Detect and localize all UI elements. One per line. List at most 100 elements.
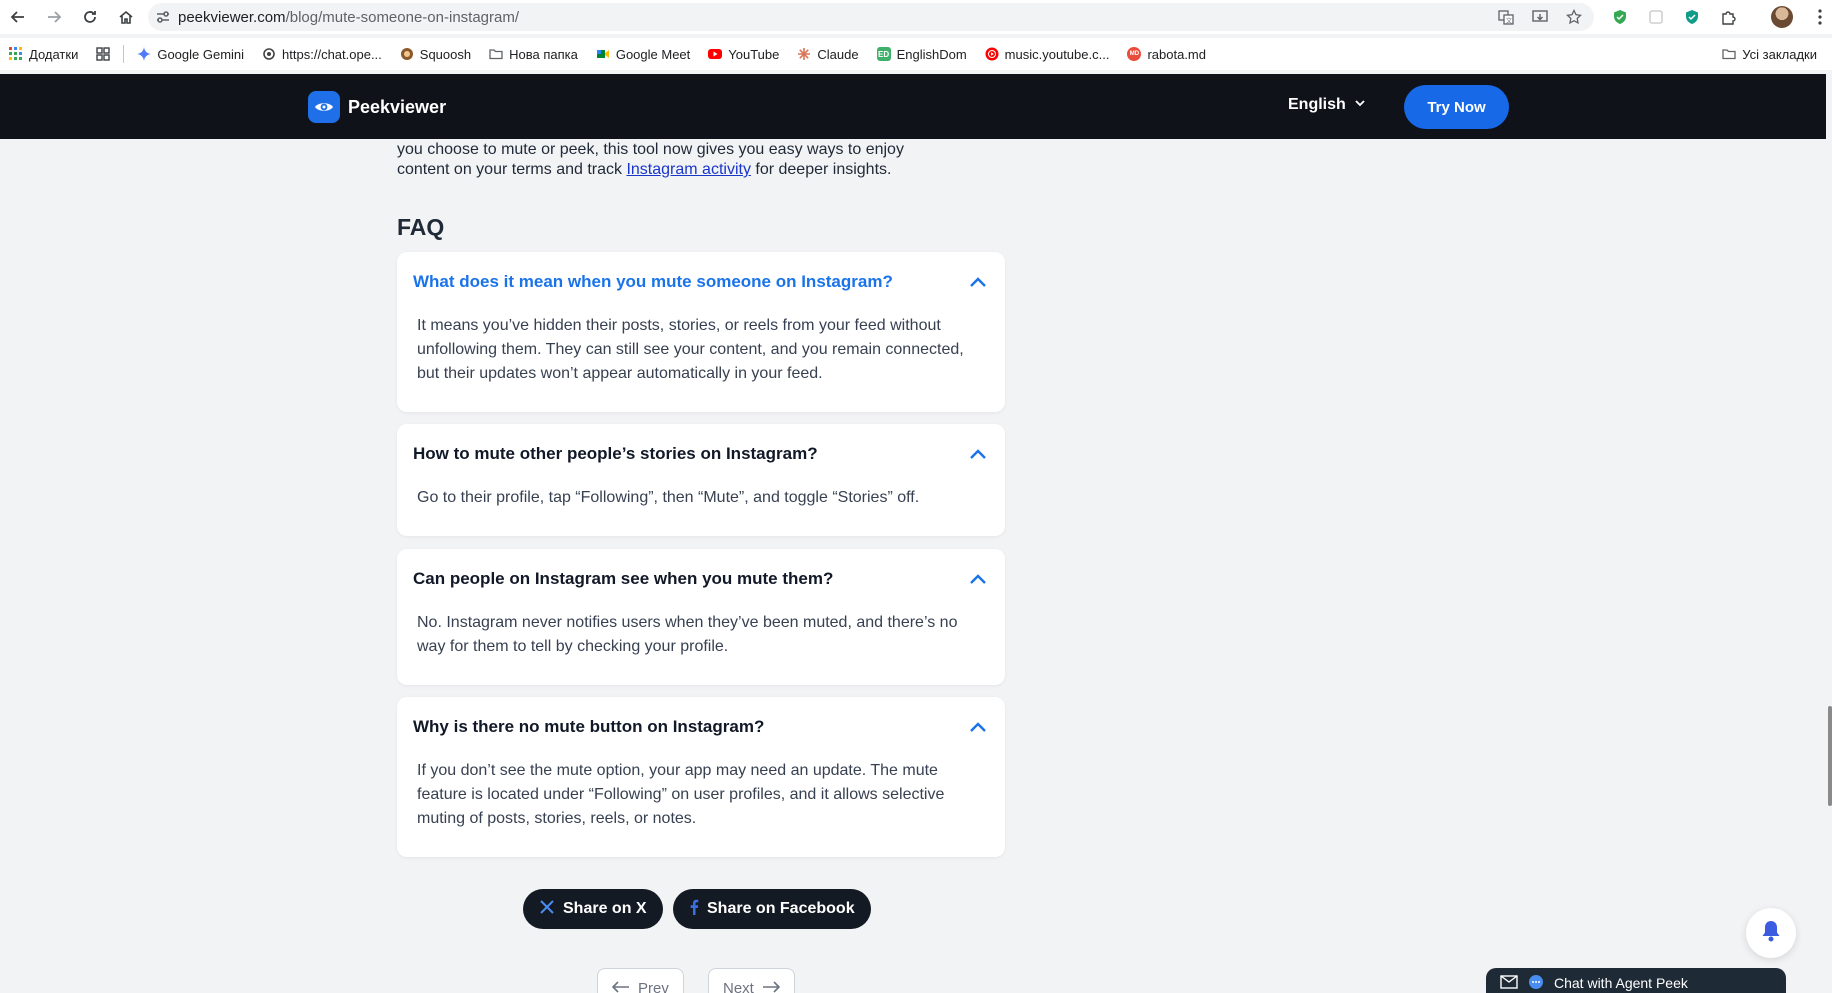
bookmark-chat-openai[interactable]: https://chat.ope...	[253, 40, 391, 68]
faq-question[interactable]: How to mute other people’s stories on In…	[413, 444, 953, 464]
bookmark-label: Додатки	[29, 46, 79, 62]
browser-toolbar: peekviewer.com/blog/mute-someone-on-inst…	[0, 0, 1832, 34]
bookmark-label: Squoosh	[419, 46, 472, 62]
bookmark-youtube-music[interactable]: music.youtube.c...	[976, 40, 1119, 68]
bookmark-claude[interactable]: Claude	[788, 40, 867, 68]
url-host: peekviewer.com	[178, 8, 286, 26]
chat-bubble-icon	[1528, 974, 1544, 993]
x-logo-icon	[539, 899, 555, 920]
translate-icon[interactable]: 文	[1496, 7, 1516, 27]
bookmark-label: music.youtube.c...	[1004, 46, 1110, 62]
browser-menu-icon[interactable]	[1808, 5, 1832, 29]
bookmark-rabota[interactable]: MD rabota.md	[1118, 40, 1215, 68]
install-app-icon[interactable]	[1530, 7, 1550, 27]
bookmark-label: Claude	[817, 46, 859, 62]
prev-label: Prev	[638, 979, 669, 993]
bookmark-label: Нова папка	[509, 46, 578, 62]
intro-line-2-end: for deeper insights.	[750, 161, 892, 178]
share-x-label: Share on X	[563, 900, 647, 917]
share-on-x-button[interactable]: Share on X	[523, 889, 663, 929]
blank-extension-icon[interactable]	[1644, 5, 1668, 29]
forward-icon[interactable]	[36, 0, 72, 34]
shield-extension-icon[interactable]	[1608, 5, 1632, 29]
faq-item: How to mute other people’s stories on In…	[397, 424, 1005, 536]
share-facebook-label: Share on Facebook	[707, 900, 855, 917]
folder-icon	[489, 47, 503, 61]
mail-icon	[1500, 974, 1518, 992]
bookmark-youtube[interactable]: YouTube	[699, 40, 788, 68]
youtube-icon	[708, 47, 723, 61]
chat-widget-bar[interactable]: Chat with Agent Peek	[1486, 968, 1786, 993]
chevron-up-icon[interactable]	[967, 272, 989, 294]
apps-grid-icon	[9, 47, 23, 61]
claude-icon	[797, 47, 811, 61]
openai-icon	[262, 47, 276, 61]
back-icon[interactable]	[0, 0, 36, 34]
share-on-facebook-button[interactable]: Share on Facebook	[673, 889, 871, 929]
folder-icon	[1722, 47, 1736, 61]
faq-question[interactable]: Why is there no mute button on Instagram…	[413, 717, 953, 737]
intro-line-2-start: content on your terms and track	[397, 161, 627, 178]
svg-text:文: 文	[1506, 17, 1512, 25]
site-logo[interactable]: Peekviewer	[308, 91, 446, 123]
profile-avatar[interactable]	[1770, 5, 1794, 29]
try-now-button[interactable]: Try Now	[1404, 85, 1509, 129]
url-text: peekviewer.com/blog/mute-someone-on-inst…	[178, 9, 519, 26]
faq-heading: FAQ	[397, 214, 445, 240]
notification-bell-button[interactable]	[1746, 908, 1796, 958]
bookmark-apps[interactable]: Додатки	[0, 40, 87, 68]
chevron-up-icon[interactable]	[967, 569, 989, 591]
faq-answer: No. Instagram never notifies users when …	[417, 614, 958, 655]
faq-question[interactable]: Can people on Instagram see when you mut…	[413, 569, 953, 589]
bookmark-label: EnglishDom	[896, 46, 967, 62]
prev-post-button[interactable]: Prev	[597, 968, 684, 993]
faq-item: Why is there no mute button on Instagram…	[397, 697, 1005, 857]
home-icon[interactable]	[108, 0, 144, 34]
reload-icon[interactable]	[72, 0, 108, 34]
bookmark-label: Google Meet	[615, 46, 691, 62]
chevron-up-icon[interactable]	[967, 717, 989, 739]
site-header: Peekviewer English Try Now	[0, 74, 1826, 139]
chevron-up-icon[interactable]	[967, 444, 989, 466]
arrow-left-icon	[611, 980, 630, 993]
site-settings-icon[interactable]	[148, 9, 178, 25]
bookmark-google-meet[interactable]: Google Meet	[587, 40, 699, 68]
bookmark-star-icon[interactable]	[1564, 7, 1584, 27]
address-bar[interactable]: peekviewer.com/blog/mute-someone-on-inst…	[148, 3, 1594, 31]
vpn-extension-icon[interactable]	[1680, 5, 1704, 29]
bookmark-divider	[123, 45, 125, 63]
bookmark-gemini[interactable]: Google Gemini	[128, 40, 253, 68]
bookmarks-bar: Додатки Google Gemini https://chat.ope..…	[0, 38, 1832, 70]
tab-groups-button[interactable]	[87, 40, 119, 68]
facebook-logo-icon	[689, 899, 699, 920]
all-bookmarks[interactable]: Усі закладки	[1713, 40, 1826, 68]
extensions-puzzle-icon[interactable]	[1716, 5, 1740, 29]
article-intro-paragraph: you choose to mute or peek, this tool no…	[397, 140, 997, 180]
bell-icon	[1761, 920, 1781, 947]
bookmark-squoosh[interactable]: Squoosh	[391, 40, 480, 68]
bookmark-englishdom[interactable]: ED EnglishDom	[868, 40, 976, 68]
faq-item: What does it mean when you mute someone …	[397, 252, 1005, 412]
englishdom-icon: ED	[876, 47, 891, 61]
instagram-activity-link[interactable]: Instagram activity	[626, 161, 750, 178]
chat-widget-label: Chat with Agent Peek	[1554, 975, 1688, 991]
bookmark-label: rabota.md	[1147, 46, 1206, 62]
language-selector[interactable]: English	[1288, 96, 1366, 114]
next-post-button[interactable]: Next	[708, 968, 795, 993]
faq-answer: If you don’t see the mute option, your a…	[417, 762, 945, 827]
intro-line-1: you choose to mute or peek, this tool no…	[397, 141, 904, 158]
bookmark-label: Google Gemini	[157, 46, 245, 62]
brand-name: Peekviewer	[348, 96, 447, 117]
page-scrollbar[interactable]	[1826, 74, 1832, 993]
scrollbar-thumb[interactable]	[1828, 706, 1832, 806]
next-label: Next	[723, 979, 754, 993]
faq-answer: Go to their profile, tap “Following”, th…	[417, 489, 920, 506]
faq-question[interactable]: What does it mean when you mute someone …	[413, 272, 953, 292]
bookmark-folder[interactable]: Нова папка	[480, 40, 587, 68]
bookmark-label: YouTube	[728, 46, 780, 62]
chevron-down-icon	[1354, 96, 1366, 114]
tab-grid-icon	[96, 47, 111, 61]
all-bookmarks-label: Усі закладки	[1742, 46, 1817, 62]
rabota-icon: MD	[1127, 47, 1142, 61]
faq-item: Can people on Instagram see when you mut…	[397, 549, 1005, 685]
